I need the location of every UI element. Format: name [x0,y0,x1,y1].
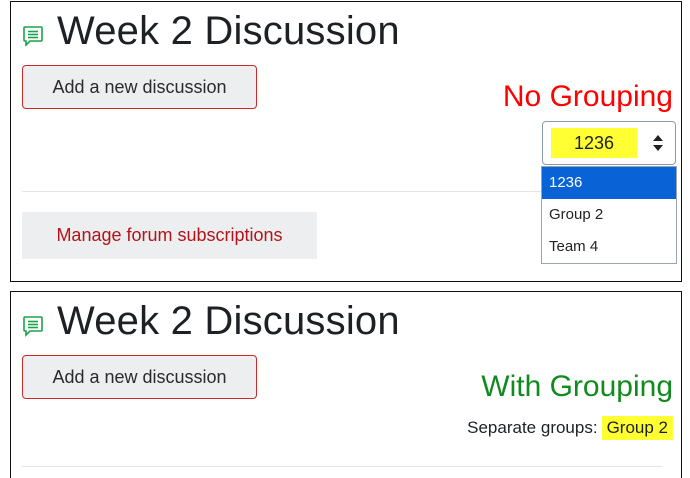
manage-subscriptions-button[interactable]: Manage forum subscriptions [22,212,317,259]
up-down-caret-icon [653,135,663,151]
no-grouping-annotation: No Grouping [502,80,673,113]
separate-groups-label: Separate groups: [467,418,598,437]
dropdown-option-team-4[interactable]: Team 4 [542,231,676,263]
forum-icon [23,26,43,47]
with-grouping-annotation: With Grouping [481,370,673,403]
divider [22,466,662,467]
dropdown-option-group-2[interactable]: Group 2 [542,199,676,231]
separate-groups-indicator: Separate groups: Group 2 [467,416,673,440]
page-title: Week 2 Discussion [57,299,400,343]
forum-panel-no-grouping: Week 2 Discussion Add a new discussion N… [10,1,682,282]
page-title: Week 2 Discussion [57,9,400,53]
separate-groups-value[interactable]: Group 2 [601,416,673,440]
group-select[interactable]: 1236 [542,121,676,165]
group-dropdown-list: 1236 Group 2 Team 4 [541,166,677,264]
add-discussion-button[interactable]: Add a new discussion [22,65,257,109]
forum-panel-with-grouping: Week 2 Discussion Add a new discussion W… [10,291,682,478]
forum-icon [23,316,43,337]
add-discussion-button[interactable]: Add a new discussion [22,355,257,399]
group-select-value: 1236 [551,128,637,158]
dropdown-option-1236[interactable]: 1236 [542,167,676,199]
